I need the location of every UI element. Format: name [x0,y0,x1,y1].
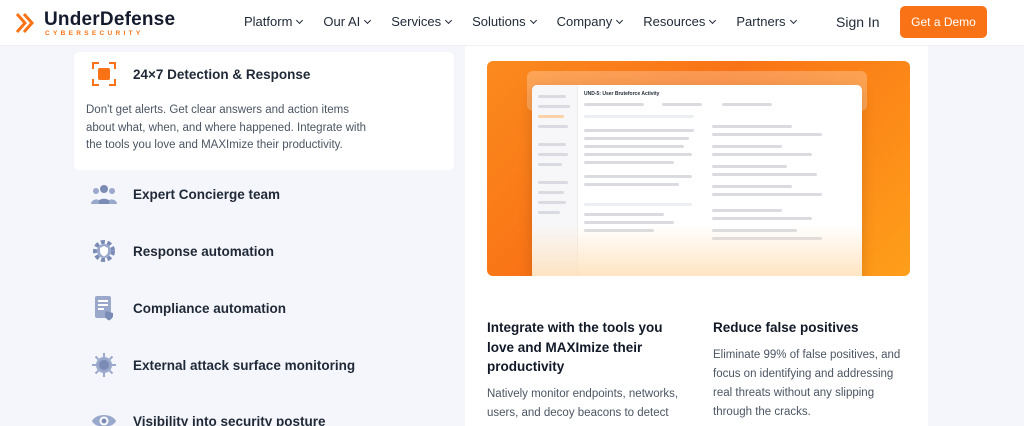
team-icon [90,180,118,208]
integrate-column: Integrate with the tools you love and MA… [487,318,692,423]
brand-name: UnderDefense [44,9,176,30]
chevron-down-icon [445,16,453,24]
chevron-down-icon [529,16,537,24]
column-title: Reduce false positives [713,320,859,335]
feature-label: 24×7 Detection & Response [133,66,311,82]
feature-detail-panel: UND-5: User Bruteforce Activity Integrat… [465,46,928,426]
brand-mark-icon [15,13,35,33]
brand-tagline: CYBERSECURITY [45,30,144,37]
nav-company[interactable]: Company [556,14,624,29]
sign-in-link[interactable]: Sign In [836,14,880,30]
product-screenshot: UND-5: User Bruteforce Activity [487,61,910,276]
dashboard-preview: UND-5: User Bruteforce Activity [532,85,862,276]
get-demo-button[interactable]: Get a Demo [900,6,987,38]
feature-label: Expert Concierge team [133,186,281,202]
eye-icon [90,407,118,426]
nav-label: Partners [736,14,786,29]
chevron-down-icon [364,16,372,24]
feature-concierge-team[interactable]: Expert Concierge team [90,180,280,208]
nav-services[interactable]: Services [391,14,453,29]
nav-resources[interactable]: Resources [643,14,717,29]
chevron-down-icon [789,16,797,24]
feature-label: Visibility into security posture [133,413,326,426]
feature-security-posture[interactable]: Visibility into security posture [90,407,326,426]
nav-solutions[interactable]: Solutions [472,14,537,29]
feature-list: 24×7 Detection & Response Don't get aler… [0,46,465,426]
feature-label: Response automation [133,243,275,259]
column-text: Eliminate 99% of false positives, and fo… [713,348,901,418]
chevron-down-icon [616,16,624,24]
chevron-down-icon [709,16,717,24]
chevron-down-icon [296,16,304,24]
false-positives-column: Reduce false positives Eliminate 99% of … [713,318,913,422]
nav-label: Resources [643,14,706,29]
nav-platform[interactable]: Platform [244,14,304,29]
brand-logo[interactable]: UnderDefense CYBERSECURITY [14,9,175,39]
site-header: UnderDefense CYBERSECURITY Platform Our … [0,0,1024,46]
feature-compliance-automation[interactable]: Compliance automation [90,294,286,322]
nav-partners[interactable]: Partners [736,14,797,29]
main-nav: Platform Our AI Services Solutions Compa… [244,14,817,29]
column-title: Integrate with the tools you love and MA… [487,320,663,374]
nav-label: Services [391,14,442,29]
nav-label: Solutions [472,14,526,29]
detection-icon [90,60,118,88]
gear-shield-icon [90,237,118,265]
feature-description: Don't get alerts. Get clear answers and … [86,104,367,151]
nav-label: Platform [244,14,293,29]
column-text: Natively monitor endpoints, networks, us… [487,387,679,419]
compliance-doc-icon [90,294,118,322]
virus-icon [90,351,118,379]
feature-label: External attack surface monitoring [133,357,356,373]
dashboard-title: UND-5: User Bruteforce Activity [584,91,660,97]
nav-label: Our AI [323,14,361,29]
feature-label: Compliance automation [133,300,287,316]
feature-response-automation[interactable]: Response automation [90,237,274,265]
nav-label: Company [556,14,613,29]
feature-detection-response[interactable]: 24×7 Detection & Response [90,60,310,88]
nav-our-ai[interactable]: Our AI [323,14,372,29]
screenshot-fade [532,225,862,276]
feature-attack-surface[interactable]: External attack surface monitoring [90,351,355,379]
